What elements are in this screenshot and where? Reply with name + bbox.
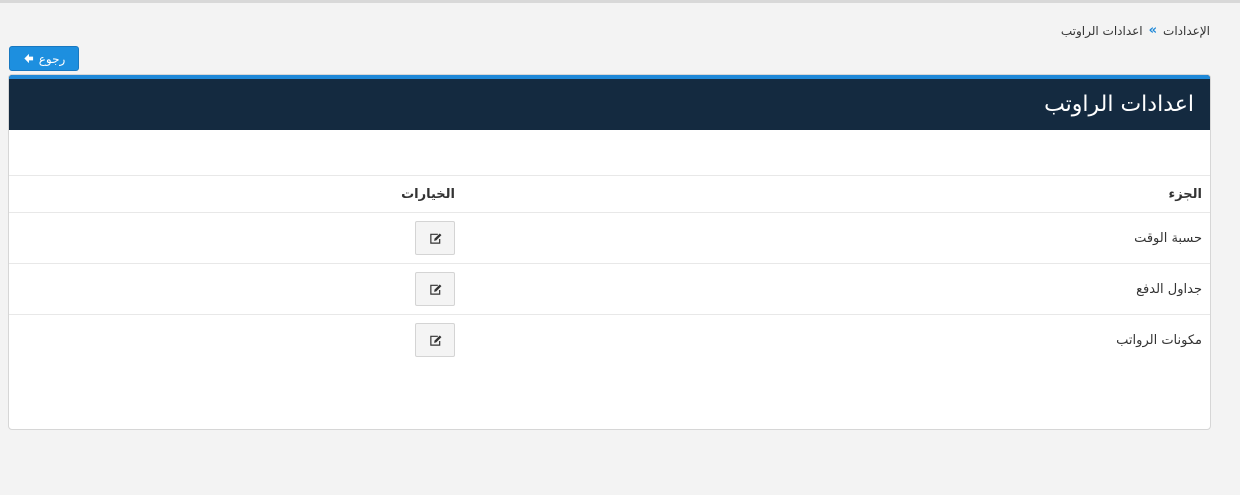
edit-time-calculation-button[interactable] [415, 221, 455, 255]
table-header-row: الجزء الخيارات [9, 175, 1210, 213]
back-button[interactable]: رجوع [9, 46, 79, 71]
table-row: جداول الدفع [9, 263, 1210, 315]
top-border [0, 0, 1240, 3]
row-options-cell [9, 314, 463, 365]
table-row: حسبة الوقت [9, 212, 1210, 264]
edit-icon [429, 283, 441, 295]
row-part-label: حسبة الوقت [463, 212, 1210, 264]
breadcrumb-current: اعدادات الراوتب [1060, 23, 1143, 38]
row-part-label: مكونات الرواتب [463, 314, 1210, 365]
table-row: مكونات الرواتب [9, 314, 1210, 365]
edit-icon [429, 232, 441, 244]
breadcrumb-parent-link[interactable]: الإعدادات [1163, 24, 1210, 38]
edit-payment-schedules-button[interactable] [415, 272, 455, 306]
row-options-cell [9, 212, 463, 264]
arrow-left-icon [24, 53, 33, 64]
row-part-label: جداول الدفع [463, 263, 1210, 315]
column-header-options: الخيارات [9, 175, 463, 213]
breadcrumb-separator: » [1148, 23, 1158, 38]
back-button-label: رجوع [38, 51, 66, 66]
breadcrumb: الإعدادات » اعدادات الراوتب [1061, 23, 1210, 38]
row-options-cell [9, 263, 463, 315]
panel-title: اعدادات الراوتب [1044, 92, 1194, 117]
panel-header: اعدادات الراوتب [9, 75, 1210, 130]
edit-payroll-components-button[interactable] [415, 323, 455, 357]
payroll-settings-panel: اعدادات الراوتب الجزء الخيارات حسبة الوق… [8, 74, 1211, 430]
payroll-settings-table: الجزء الخيارات حسبة الوقت جداول الدفع مك… [9, 175, 1210, 365]
column-header-part: الجزء [463, 175, 1210, 213]
edit-icon [429, 334, 441, 346]
